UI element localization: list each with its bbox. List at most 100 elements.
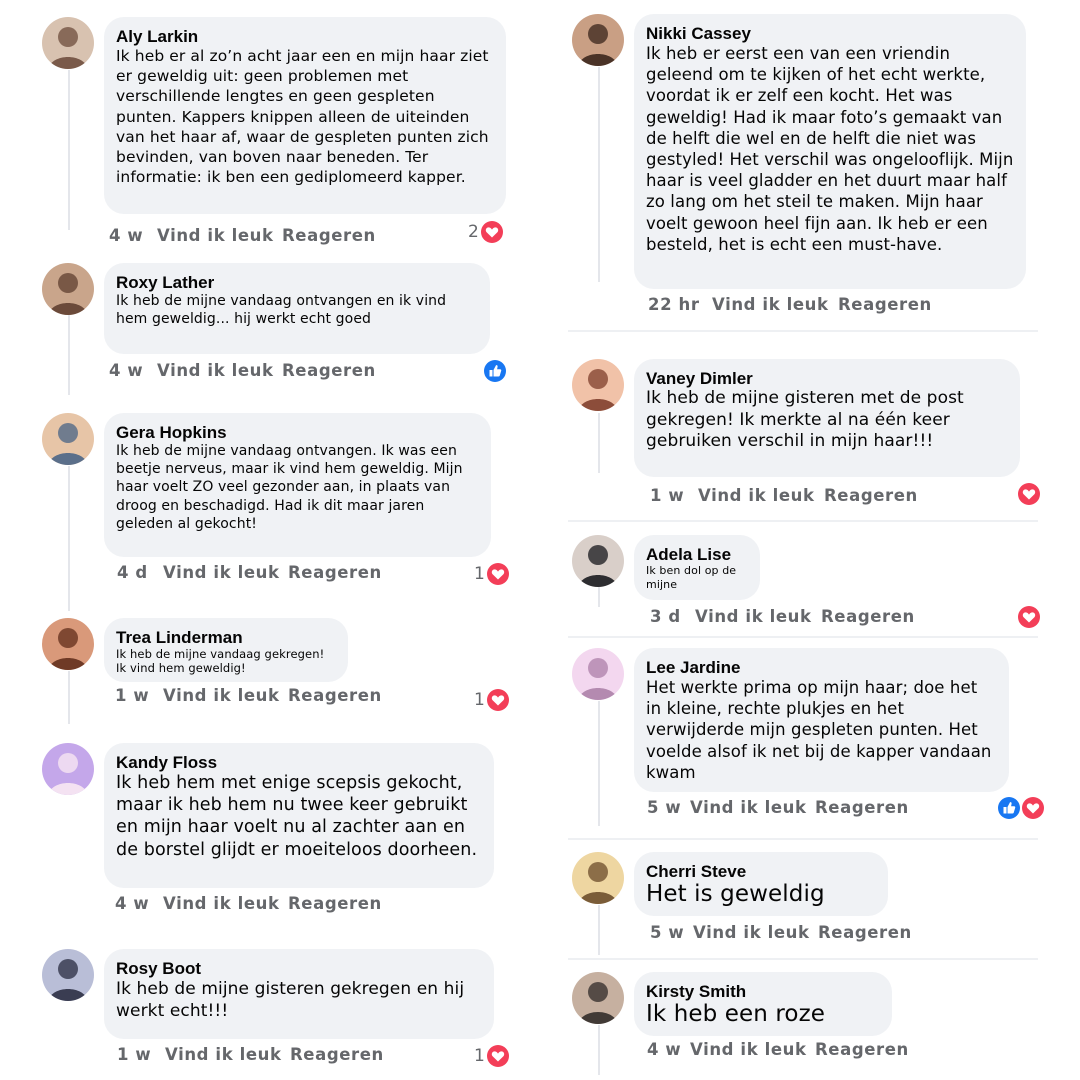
comment-author[interactable]: Rosy Boot [116, 959, 482, 978]
reply-button[interactable]: Reageren [818, 923, 912, 942]
divider [568, 636, 1038, 638]
divider [568, 520, 1038, 522]
reply-button[interactable]: Reageren [838, 295, 932, 314]
avatar[interactable] [42, 618, 94, 670]
reaction-summary[interactable]: 1 [474, 563, 509, 585]
comment-author[interactable]: Cherri Steve [646, 862, 876, 881]
comment-bubble: Cherri Steve Het is geweldig [634, 852, 888, 916]
comment-timestamp[interactable]: 4 d [117, 563, 148, 582]
reply-button[interactable]: Reageren [815, 798, 909, 817]
reaction-count: 2 [468, 222, 479, 242]
avatar[interactable] [42, 743, 94, 795]
comment-bubble: Adela Lise Ik ben dol op de mijne [634, 535, 760, 600]
comment-timestamp[interactable]: 1 w [115, 686, 149, 705]
love-icon [486, 1045, 509, 1067]
thread-line [68, 671, 70, 724]
comment-timestamp[interactable]: 4 w [109, 226, 143, 245]
avatar[interactable] [572, 14, 624, 66]
comment-bubble: Roxy Lather Ik heb de mijne vandaag ontva… [104, 263, 490, 354]
reaction-summary[interactable]: 2 [468, 221, 503, 243]
reply-button[interactable]: Reageren [288, 894, 382, 913]
comment-text: Ik heb er eerst een van een vriendin gel… [646, 44, 1014, 254]
comment-author[interactable]: Trea Linderman [116, 628, 336, 647]
like-button[interactable]: Vind ik leuk [163, 563, 280, 582]
divider [568, 958, 1038, 960]
divider [568, 330, 1038, 332]
reply-button[interactable]: Reageren [282, 361, 376, 380]
like-button[interactable]: Vind ik leuk [163, 894, 280, 913]
reply-button[interactable]: Reageren [282, 226, 376, 245]
comment-text: Ik heb de mijne vandaag ontvangen en ik … [116, 293, 447, 327]
reaction-summary[interactable]: 1 [474, 1045, 509, 1067]
thread-line [598, 905, 600, 955]
reply-button[interactable]: Reageren [290, 1045, 384, 1064]
reply-button[interactable]: Reageren [821, 607, 915, 626]
avatar[interactable] [572, 852, 624, 904]
like-button[interactable]: Vind ik leuk [690, 1040, 807, 1059]
comment-text: Ik heb er al zo’n acht jaar een en mijn … [116, 47, 489, 187]
reply-button[interactable]: Reageren [288, 563, 382, 582]
comment-text: Ik ben dol op de mijne [646, 564, 737, 591]
like-button[interactable]: Vind ik leuk [698, 486, 815, 505]
comment-author[interactable]: Kirsty Smith [646, 982, 880, 1001]
reaction-count: 1 [474, 564, 485, 584]
comment-bubble: Vaney Dimler Ik heb de mijne gisteren met… [634, 359, 1020, 477]
comment-text: Ik heb de mijne vandaag ontvangen. Ik wa… [116, 443, 463, 532]
reaction-summary[interactable] [998, 797, 1044, 819]
comment-text: Ik heb de mijne gisteren met de post gek… [646, 388, 964, 451]
like-button[interactable]: Vind ik leuk [693, 923, 810, 942]
avatar[interactable] [42, 17, 94, 69]
comment-text: Ik heb de mijne vandaag gekregen! Ik vin… [116, 647, 325, 675]
avatar[interactable] [572, 972, 624, 1024]
comment-author[interactable]: Gera Hopkins [116, 423, 479, 442]
comment-timestamp[interactable]: 4 w [115, 894, 149, 913]
divider [568, 838, 1038, 840]
love-icon [1018, 606, 1040, 628]
comment-timestamp[interactable]: 3 d [650, 607, 681, 626]
avatar[interactable] [42, 949, 94, 1001]
like-button[interactable]: Vind ik leuk [712, 295, 829, 314]
love-icon [486, 689, 509, 711]
comment-author[interactable]: Lee Jardine [646, 658, 997, 677]
comment-text: Het werkte prima op mijn haar; doe het i… [646, 678, 992, 782]
comment-timestamp[interactable]: 22 hr [648, 295, 700, 314]
reaction-count: 1 [474, 690, 485, 710]
reaction-summary[interactable]: 1 [474, 689, 509, 711]
like-button[interactable]: Vind ik leuk [165, 1045, 282, 1064]
avatar[interactable] [572, 648, 624, 700]
avatar[interactable] [42, 413, 94, 465]
like-button[interactable]: Vind ik leuk [690, 798, 807, 817]
comment-author[interactable]: Roxy Lather [116, 273, 478, 292]
reply-button[interactable]: Reageren [815, 1040, 909, 1059]
comment-timestamp[interactable]: 1 w [650, 486, 684, 505]
reaction-summary[interactable] [484, 360, 506, 382]
avatar[interactable] [572, 359, 624, 411]
comment-timestamp[interactable]: 4 w [647, 1040, 681, 1059]
comment-timestamp[interactable]: 5 w [650, 923, 684, 942]
comment-author[interactable]: Vaney Dimler [646, 369, 1008, 388]
comment-timestamp[interactable]: 4 w [109, 361, 143, 380]
comment-bubble: Aly Larkin Ik heb er al zo’n acht jaar ee… [104, 17, 506, 214]
thread-line [598, 701, 600, 826]
comment-author[interactable]: Nikki Cassey [646, 24, 1014, 43]
reaction-summary[interactable] [1018, 483, 1040, 505]
love-icon [486, 563, 509, 585]
reply-button[interactable]: Reageren [824, 486, 918, 505]
reply-button[interactable]: Reageren [288, 686, 382, 705]
comment-text: Het is geweldig [646, 881, 825, 907]
comment-author[interactable]: Adela Lise [646, 545, 748, 564]
comment-bubble: Kandy Floss Ik heb hem met enige scepsis … [104, 743, 494, 888]
comment-author[interactable]: Aly Larkin [116, 27, 494, 46]
like-button[interactable]: Vind ik leuk [695, 607, 812, 626]
comment-timestamp[interactable]: 1 w [117, 1045, 151, 1064]
comment-bubble: Trea Linderman Ik heb de mijne vandaag ge… [104, 618, 348, 682]
thread-line [68, 466, 70, 611]
like-button[interactable]: Vind ik leuk [157, 361, 274, 380]
avatar[interactable] [42, 263, 94, 315]
like-button[interactable]: Vind ik leuk [163, 686, 280, 705]
like-button[interactable]: Vind ik leuk [157, 226, 274, 245]
comment-author[interactable]: Kandy Floss [116, 753, 482, 772]
comment-timestamp[interactable]: 5 w [647, 798, 681, 817]
avatar[interactable] [572, 535, 624, 587]
reaction-summary[interactable] [1018, 606, 1040, 628]
